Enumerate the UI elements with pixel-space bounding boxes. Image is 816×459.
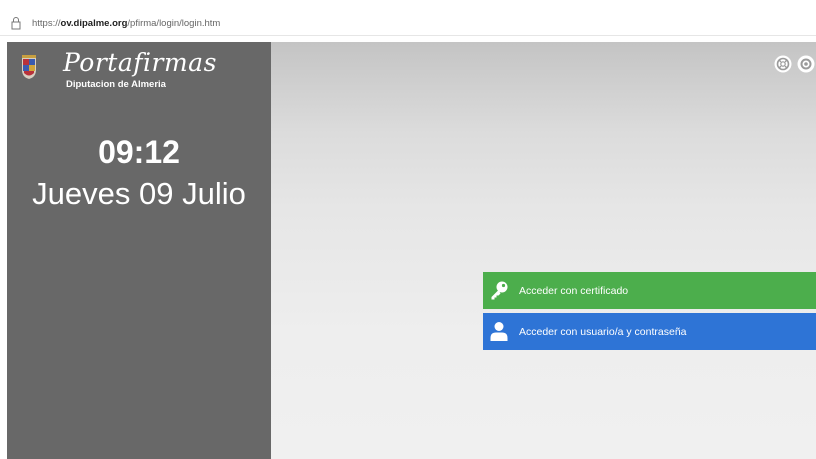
lock-icon bbox=[11, 17, 21, 30]
browser-address-bar[interactable]: https://ov.dipalme.org/pfirma/login/logi… bbox=[0, 0, 816, 37]
coat-of-arms-icon bbox=[22, 55, 36, 79]
sidebar: Portafirmas Diputacion de Almeria 09:12 … bbox=[7, 42, 271, 459]
login-user-password-label: Acceder con usuario/a y contraseña bbox=[519, 326, 687, 338]
organization-name: Diputacion de Almeria bbox=[66, 79, 166, 90]
help-icon[interactable] bbox=[774, 55, 792, 73]
header-icons bbox=[774, 52, 816, 76]
url-domain: ov.dipalme.org bbox=[60, 18, 128, 29]
clock-time: 09:12 bbox=[98, 134, 180, 170]
address-bar-divider bbox=[0, 35, 816, 36]
login-certificate-button[interactable]: Acceder con certificado bbox=[483, 272, 816, 309]
user-icon bbox=[490, 322, 508, 341]
url-prefix: https:// bbox=[32, 18, 61, 29]
url-text[interactable]: https://ov.dipalme.org/pfirma/login/logi… bbox=[32, 18, 220, 29]
app-logo-text: Portafirmas bbox=[63, 48, 217, 77]
url-path: /pfirma/login/login.htm bbox=[127, 18, 221, 29]
login-certificate-label: Acceder con certificado bbox=[519, 285, 629, 297]
settings-icon[interactable] bbox=[797, 55, 815, 73]
current-date: Jueves 09 Julio bbox=[32, 176, 246, 211]
login-user-password-button[interactable]: Acceder con usuario/a y contraseña bbox=[483, 313, 816, 350]
key-icon bbox=[491, 281, 508, 300]
main-panel: Acceder con certificado Acceder con usua… bbox=[271, 42, 816, 459]
